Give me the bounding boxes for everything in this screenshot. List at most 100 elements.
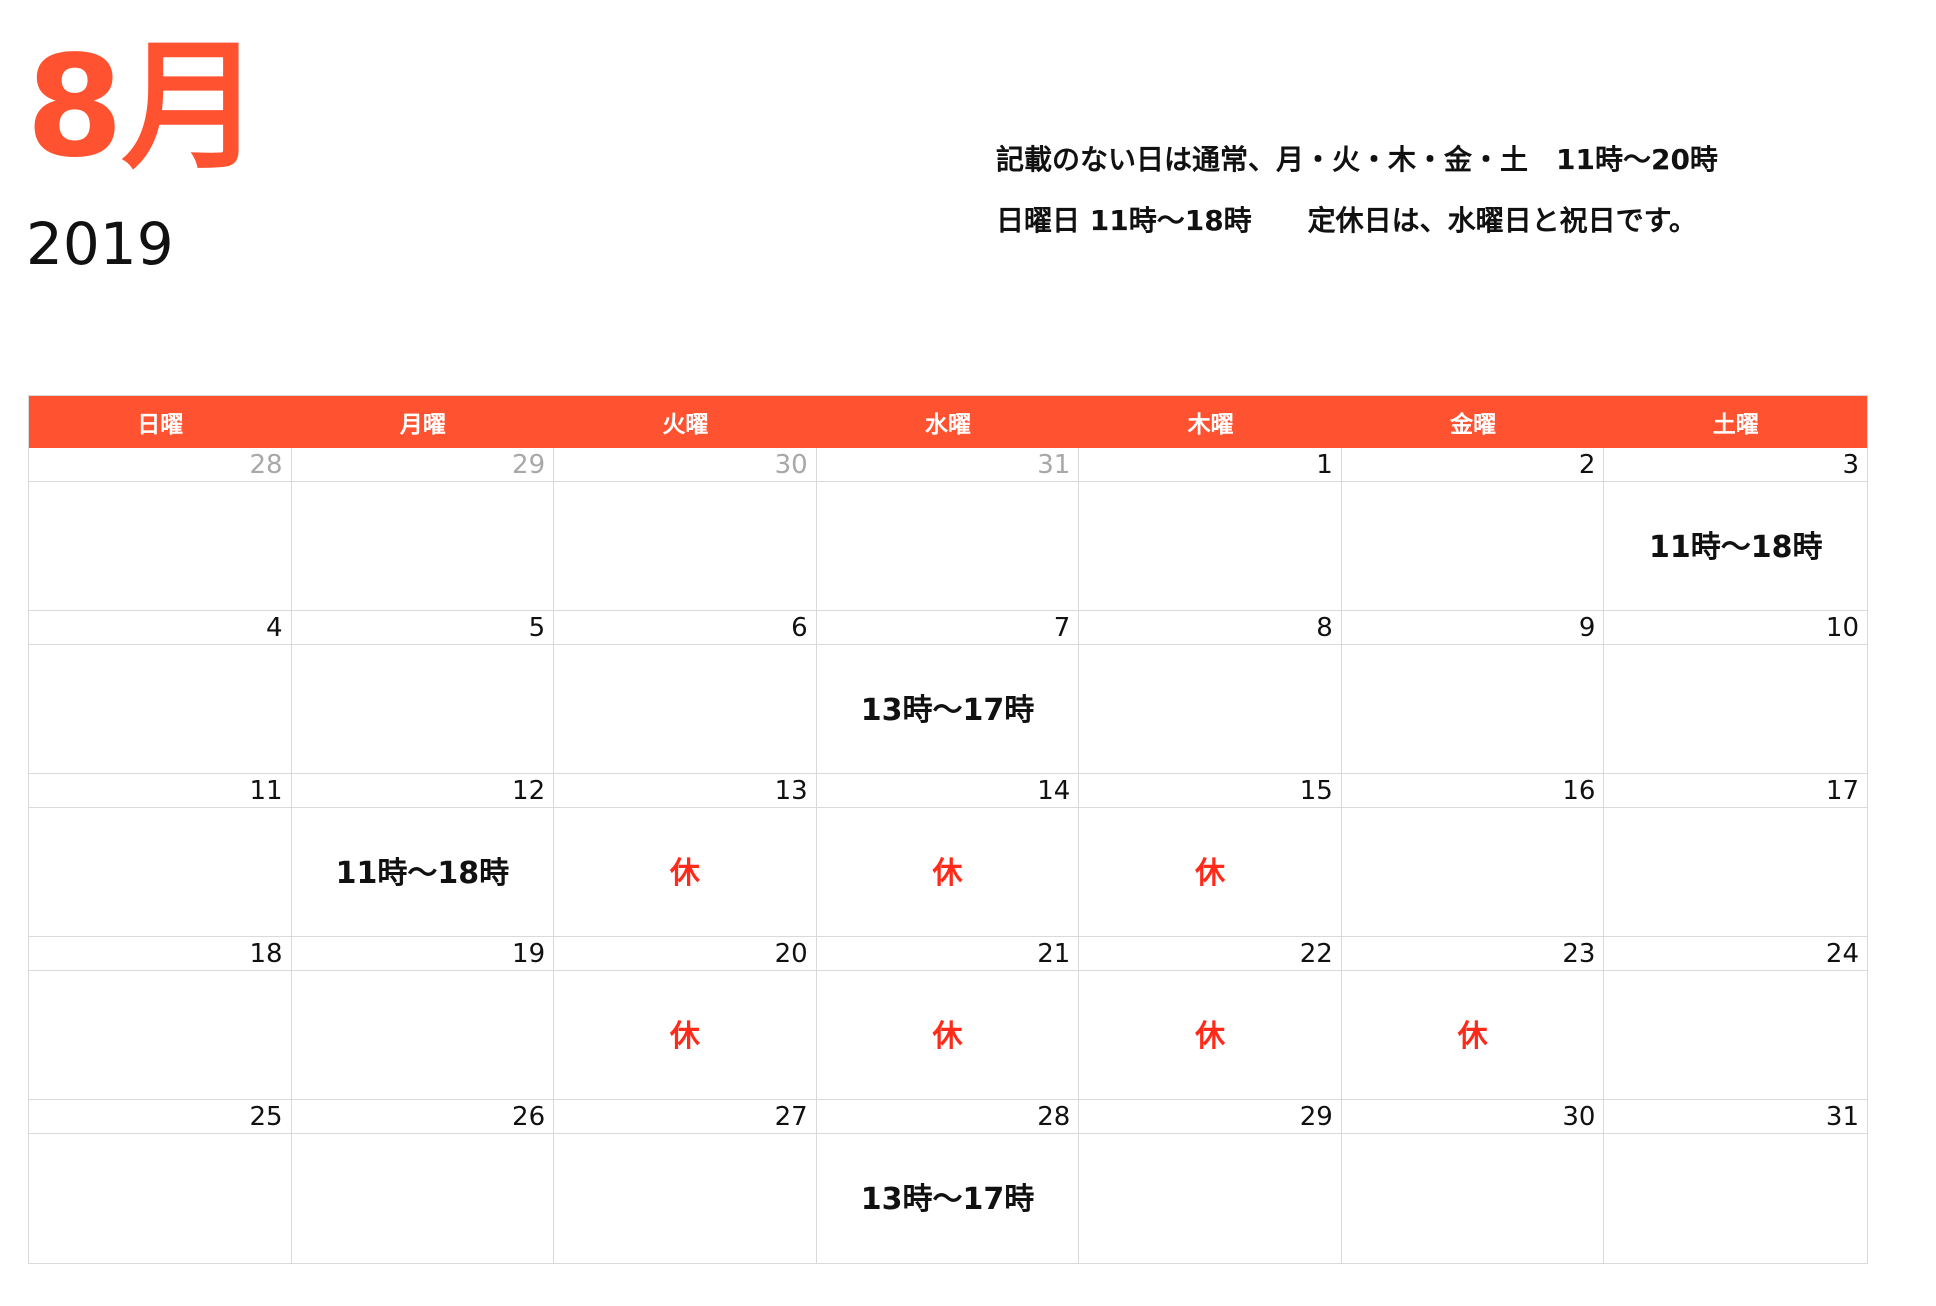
day-number: 30 [554, 448, 816, 482]
day-number: 29 [291, 448, 554, 482]
calendar-day-cell[interactable]: 14 休 [816, 774, 1080, 937]
calendar-day-cell[interactable]: 16 [1341, 774, 1605, 937]
calendar-day-cell[interactable]: 30 [554, 448, 817, 611]
calendar-day-cell[interactable]: 3 11時〜18時 [1604, 448, 1867, 611]
calendar-day-cell[interactable]: 8 [1079, 611, 1342, 774]
calendar-day-cell[interactable]: 21 休 [816, 937, 1080, 1100]
calendar-day-cell[interactable]: 23 休 [1341, 937, 1605, 1100]
weekday-header: 日曜 月曜 火曜 水曜 木曜 金曜 土曜 [29, 396, 1867, 448]
calendar-weeks: 28 29 30 31 1 2 3 11時〜18時 4 5 6 7 13時〜17時 8 9 10 11 12 11時… [29, 448, 1867, 1263]
day-number: 30 [1341, 1100, 1604, 1134]
hours-note-line-2: 日曜日 11時〜18時 定休日は、水曜日と祝日です。 [996, 204, 1697, 237]
calendar-day-cell[interactable]: 17 [1604, 774, 1867, 937]
calendar-day-cell[interactable]: 30 [1341, 1100, 1605, 1263]
closed-day-label: 休 [932, 856, 963, 891]
day-number: 14 [816, 774, 1079, 808]
closed-day-label: 休 [669, 1019, 700, 1054]
day-number: 4 [29, 611, 291, 645]
calendar-day-cell[interactable]: 28 13時〜17時 [816, 1100, 1080, 1263]
special-hours-label: 13時〜17時 [860, 693, 1035, 728]
weekday-sunday: 日曜 [137, 412, 184, 438]
closed-day-label: 休 [932, 1019, 963, 1054]
special-hours-label: 11時〜18時 [335, 856, 510, 891]
month-title: 8月 [26, 26, 261, 189]
calendar-day-cell[interactable]: 1 [1079, 448, 1342, 611]
day-number: 10 [1604, 611, 1867, 645]
day-number: 12 [291, 774, 554, 808]
hours-note-line-1: 記載のない日は通常、月・火・木・金・土 11時〜20時 [996, 143, 1718, 176]
calendar-day-cell[interactable]: 2 [1341, 448, 1605, 611]
day-number: 29 [1079, 1100, 1341, 1134]
day-number: 18 [29, 937, 291, 971]
calendar-day-cell[interactable]: 29 [1079, 1100, 1342, 1263]
calendar-day-cell[interactable]: 22 休 [1079, 937, 1342, 1100]
calendar-day-cell[interactable]: 20 休 [554, 937, 817, 1100]
day-number: 25 [29, 1100, 291, 1134]
calendar-day-cell[interactable]: 31 [816, 448, 1080, 611]
day-number: 28 [816, 1100, 1079, 1134]
special-hours-label: 11時〜18時 [1648, 530, 1823, 565]
day-number: 3 [1604, 448, 1867, 482]
day-number: 31 [1604, 1100, 1867, 1134]
day-number: 11 [29, 774, 291, 808]
day-number: 2 [1341, 448, 1604, 482]
month-calendar: 日曜 月曜 火曜 水曜 木曜 金曜 土曜 28 29 30 31 1 2 3 11時〜18時 4… [28, 395, 1868, 1264]
weekday-saturday: 土曜 [1712, 412, 1759, 438]
day-number: 19 [291, 937, 554, 971]
weekday-thursday: 木曜 [1187, 412, 1234, 438]
calendar-week-row: 18 19 20 休 21 休 22 休 23 休 24 [29, 937, 1867, 1100]
calendar-day-cell[interactable]: 12 11時〜18時 [291, 774, 555, 937]
weekday-friday: 金曜 [1450, 412, 1497, 438]
calendar-day-cell[interactable]: 25 [29, 1100, 292, 1263]
day-number: 31 [816, 448, 1079, 482]
day-number: 1 [1079, 448, 1341, 482]
calendar-day-cell[interactable]: 7 13時〜17時 [816, 611, 1080, 774]
calendar-day-cell[interactable]: 28 [29, 448, 292, 611]
closed-day-label: 休 [1195, 1019, 1226, 1054]
year-label: 2019 [26, 210, 174, 278]
calendar-day-cell[interactable]: 15 休 [1079, 774, 1342, 937]
day-number: 9 [1341, 611, 1604, 645]
day-number: 28 [29, 448, 291, 482]
calendar-day-cell[interactable]: 10 [1604, 611, 1867, 774]
day-number: 8 [1079, 611, 1341, 645]
weekday-monday: 月曜 [399, 412, 446, 438]
calendar-day-cell[interactable]: 11 [29, 774, 292, 937]
day-number: 21 [816, 937, 1079, 971]
day-number: 7 [816, 611, 1079, 645]
calendar-week-row: 11 12 11時〜18時 13 休 14 休 15 休 16 17 [29, 774, 1867, 937]
day-number: 20 [554, 937, 816, 971]
day-number: 15 [1079, 774, 1341, 808]
calendar-day-cell[interactable]: 18 [29, 937, 292, 1100]
closed-day-label: 休 [669, 856, 700, 891]
calendar-week-row: 28 29 30 31 1 2 3 11時〜18時 [29, 448, 1867, 611]
calendar-day-cell[interactable]: 19 [291, 937, 555, 1100]
closed-day-label: 休 [1195, 856, 1226, 891]
calendar-day-cell[interactable]: 6 [554, 611, 817, 774]
special-hours-label: 13時〜17時 [860, 1182, 1035, 1217]
calendar-page: 8月 2019 記載のない日は通常、月・火・木・金・土 11時〜20時 日曜日 … [0, 0, 1936, 1306]
calendar-day-cell[interactable]: 26 [291, 1100, 555, 1263]
day-number: 6 [554, 611, 816, 645]
calendar-day-cell[interactable]: 4 [29, 611, 292, 774]
weekday-wednesday: 水曜 [924, 412, 971, 438]
calendar-day-cell[interactable]: 31 [1604, 1100, 1867, 1263]
day-number: 26 [291, 1100, 554, 1134]
day-number: 16 [1341, 774, 1604, 808]
calendar-day-cell[interactable]: 24 [1604, 937, 1867, 1100]
closed-day-label: 休 [1457, 1019, 1488, 1054]
day-number: 23 [1341, 937, 1604, 971]
day-number: 5 [291, 611, 554, 645]
day-number: 13 [554, 774, 816, 808]
day-number: 27 [554, 1100, 816, 1134]
calendar-week-row: 25 26 27 28 13時〜17時 29 30 31 [29, 1100, 1867, 1263]
calendar-week-row: 4 5 6 7 13時〜17時 8 9 10 [29, 611, 1867, 774]
calendar-day-cell[interactable]: 27 [554, 1100, 817, 1263]
calendar-day-cell[interactable]: 29 [291, 448, 555, 611]
calendar-day-cell[interactable]: 5 [291, 611, 555, 774]
day-number: 17 [1604, 774, 1867, 808]
weekday-tuesday: 火曜 [662, 412, 709, 438]
calendar-day-cell[interactable]: 13 休 [554, 774, 817, 937]
calendar-day-cell[interactable]: 9 [1341, 611, 1605, 774]
day-number: 24 [1604, 937, 1867, 971]
